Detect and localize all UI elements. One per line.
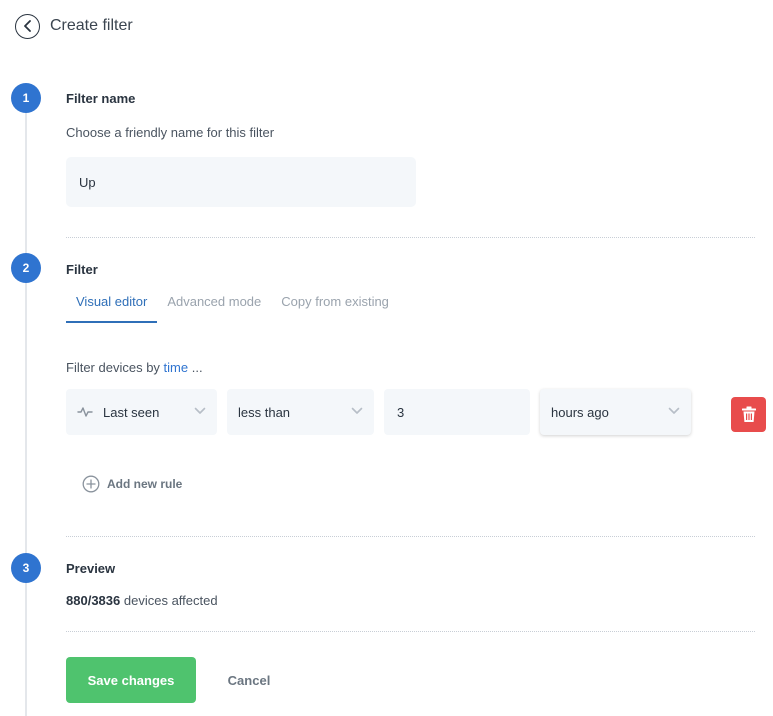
- filter-by-suffix: ...: [191, 360, 203, 375]
- step-title-preview: Preview: [66, 561, 116, 576]
- step-title-filter: Filter: [66, 262, 98, 277]
- rule-value-text: 3: [397, 404, 405, 420]
- chevron-down-icon: [194, 407, 206, 414]
- step-number-3: 3: [11, 553, 41, 583]
- tab-advanced-mode[interactable]: Advanced mode: [157, 283, 271, 323]
- rule-operator-select[interactable]: less than: [227, 389, 374, 435]
- preview-total-count: 3836: [91, 593, 121, 608]
- back-button[interactable]: [15, 13, 40, 39]
- chevron-left-icon: [23, 20, 31, 32]
- filter-by-text: Filter devices by time ...: [66, 360, 203, 375]
- rule-field-value: Last seen: [103, 404, 160, 420]
- rule-value-input[interactable]: 3: [384, 389, 530, 435]
- tab-visual-editor[interactable]: Visual editor: [66, 283, 158, 323]
- filter-name-hint: Choose a friendly name for this filter: [66, 125, 275, 140]
- section-divider: [66, 631, 755, 632]
- step-number-1: 1: [11, 83, 41, 113]
- preview-matched-count: 880: [66, 593, 88, 608]
- add-new-rule-button[interactable]: Add new rule: [82, 475, 182, 493]
- chevron-down-icon: [668, 407, 680, 414]
- activity-pulse-icon: [77, 407, 93, 417]
- section-divider: [66, 536, 755, 537]
- create-filter-page: Create filter 1 Filter name Choose a fri…: [0, 0, 773, 716]
- section-divider: [66, 237, 755, 238]
- preview-count: 880/3836 devices affected: [66, 593, 218, 608]
- page-title: Create filter: [50, 17, 133, 34]
- step-title-filter-name: Filter name: [66, 91, 136, 106]
- rule-unit-select[interactable]: hours ago: [540, 389, 691, 435]
- filter-by-prefix: Filter devices by: [66, 360, 160, 375]
- plus-circle-icon: [82, 475, 100, 493]
- add-rule-label: Add new rule: [107, 477, 183, 491]
- tab-copy-from-existing[interactable]: Copy from existing: [271, 283, 399, 323]
- rule-unit-value: hours ago: [551, 404, 609, 420]
- rule-operator-value: less than: [238, 404, 291, 420]
- filter-mode-tabs: Visual editor Advanced mode Copy from ex…: [66, 283, 399, 323]
- chevron-down-icon: [351, 407, 363, 414]
- rule-field-select[interactable]: Last seen: [66, 389, 217, 435]
- filter-name-input[interactable]: [66, 157, 416, 207]
- step-number-2: 2: [11, 253, 41, 283]
- preview-suffix: devices affected: [123, 593, 218, 608]
- save-changes-button[interactable]: Save changes: [66, 657, 196, 703]
- delete-rule-button[interactable]: [731, 397, 766, 432]
- timeline-line: [25, 100, 27, 716]
- trash-icon: [741, 406, 756, 422]
- filter-by-field: time: [163, 360, 189, 375]
- cancel-button[interactable]: Cancel: [214, 657, 284, 703]
- header: Create filter: [15, 13, 133, 39]
